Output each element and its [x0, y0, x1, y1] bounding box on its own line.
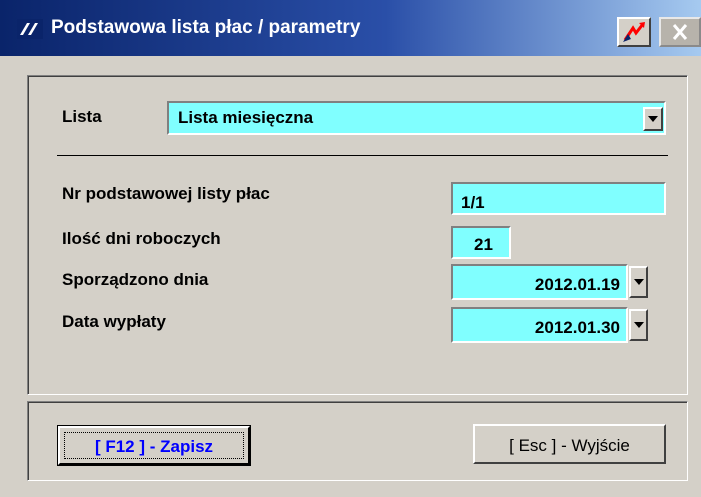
exit-button-label: [ Esc ] - Wyjście — [509, 436, 630, 455]
window-title: Podstawowa lista płac / parametry — [51, 17, 361, 38]
created-date-field[interactable]: 2012.01.19 — [451, 264, 628, 300]
chevron-down-icon — [648, 116, 658, 122]
chevron-down-icon — [633, 322, 644, 328]
created-date-label: Sporządzono dnia — [62, 270, 209, 289]
payroll-number-field[interactable]: 1/1 — [451, 182, 666, 215]
created-date-value: 2012.01.19 — [534, 275, 620, 294]
app-logo-icon — [17, 19, 43, 39]
payout-date-dropdown-button[interactable] — [629, 309, 648, 341]
close-button[interactable] — [659, 17, 701, 47]
list-select-value: Lista miesięczna — [178, 108, 314, 127]
list-label: Lista — [62, 107, 102, 126]
list-dropdown-button[interactable] — [643, 107, 663, 131]
chart-button[interactable] — [617, 17, 651, 47]
save-button-label: [ F12 ] - Zapisz — [94, 437, 214, 456]
payout-date-field[interactable]: 2012.01.30 — [451, 307, 628, 343]
dialog-window: Podstawowa lista płac / parametry Lista … — [0, 0, 701, 497]
payout-date-label: Data wypłaty — [62, 312, 166, 331]
title-bar[interactable]: Podstawowa lista płac / parametry — [0, 0, 701, 56]
payroll-number-value: 1/1 — [461, 193, 485, 212]
list-select[interactable]: Lista miesięczna — [167, 101, 666, 135]
chevron-down-icon — [633, 279, 644, 285]
workdays-label: Ilość dni roboczych — [62, 229, 221, 248]
workdays-field[interactable]: 21 — [451, 226, 511, 259]
payout-date-value: 2012.01.30 — [534, 318, 620, 337]
separator-line — [57, 155, 668, 156]
workdays-value: 21 — [474, 235, 493, 254]
save-button[interactable]: [ F12 ] - Zapisz — [57, 425, 251, 466]
created-date-dropdown-button[interactable] — [629, 266, 648, 298]
exit-button[interactable]: [ Esc ] - Wyjście — [473, 424, 666, 464]
payroll-number-label: Nr podstawowej listy płac — [62, 184, 270, 203]
